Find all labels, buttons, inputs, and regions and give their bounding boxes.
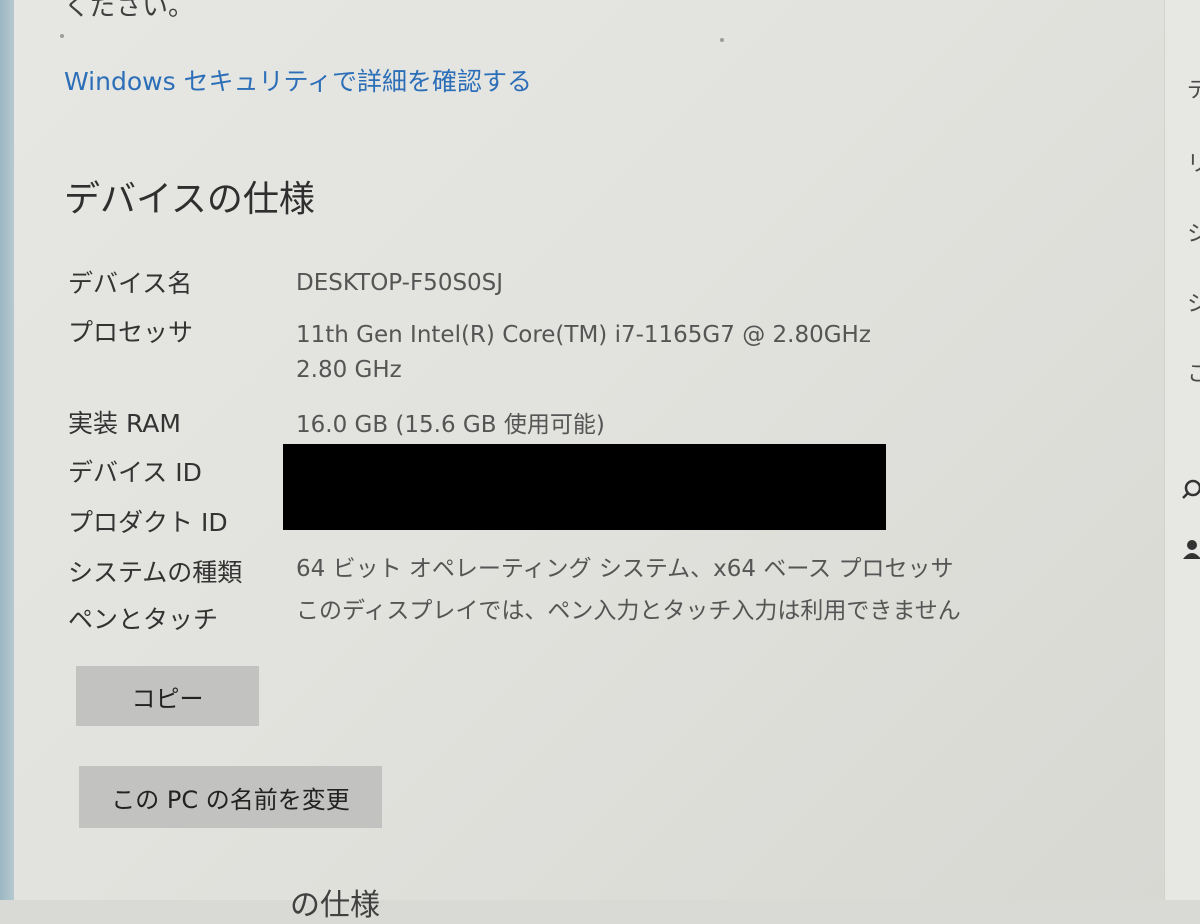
dust-speck bbox=[720, 38, 724, 42]
section-title-device-specs: デバイスの仕様 bbox=[64, 179, 315, 220]
spec-label-device-id: デバイス ID bbox=[68, 458, 202, 487]
search-icon[interactable] bbox=[1181, 478, 1200, 500]
right-edge-text[interactable]: こ bbox=[1187, 356, 1200, 388]
spec-value-device-name: DESKTOP-F50S0SJ bbox=[296, 270, 504, 296]
person-icon[interactable] bbox=[1181, 538, 1200, 560]
rename-pc-button-label: この PC の名前を変更 bbox=[111, 785, 350, 814]
rename-pc-button[interactable]: この PC の名前を変更 bbox=[79, 766, 382, 828]
cut-off-section-title: の仕様 bbox=[290, 888, 380, 923]
dust-speck bbox=[60, 34, 64, 38]
windows-security-link[interactable]: Windows セキュリティで詳細を確認する bbox=[64, 62, 532, 98]
cut-off-text: ください。 bbox=[64, 0, 195, 22]
spec-value-processor-speed: 2.80 GHz bbox=[296, 357, 402, 383]
spec-label-pen-touch: ペンとタッチ bbox=[68, 605, 219, 634]
spec-label-processor: プロセッサ bbox=[68, 318, 194, 347]
spec-label-system-type: システムの種類 bbox=[68, 558, 243, 587]
spec-value-ram: 16.0 GB (15.6 GB 使用可能) bbox=[296, 412, 605, 438]
right-edge-panel: デ リ シ シ こ bbox=[1164, 0, 1200, 900]
spec-label-device-name: デバイス名 bbox=[68, 269, 193, 298]
spec-value-pen-touch: このディスプレイでは、ペン入力とタッチ入力は利用できません bbox=[296, 598, 961, 624]
spec-label-product-id: プロダクト ID bbox=[68, 508, 228, 537]
spec-value-system-type: 64 ビット オペレーティング システム、x64 ベース プロセッサ bbox=[296, 556, 954, 582]
copy-button[interactable]: コピー bbox=[76, 666, 259, 726]
right-edge-text[interactable]: リ bbox=[1187, 146, 1200, 178]
right-edge-text[interactable]: デ bbox=[1187, 72, 1200, 104]
right-edge-text[interactable]: シ bbox=[1187, 216, 1200, 248]
desktop-edge bbox=[0, 0, 14, 900]
right-edge-text[interactable]: シ bbox=[1187, 286, 1200, 318]
spec-label-ram: 実装 RAM bbox=[68, 409, 181, 438]
redacted-ids bbox=[283, 444, 886, 530]
copy-button-label: コピー bbox=[131, 684, 204, 713]
spec-value-processor: 11th Gen Intel(R) Core(TM) i7-1165G7 @ 2… bbox=[296, 322, 871, 348]
